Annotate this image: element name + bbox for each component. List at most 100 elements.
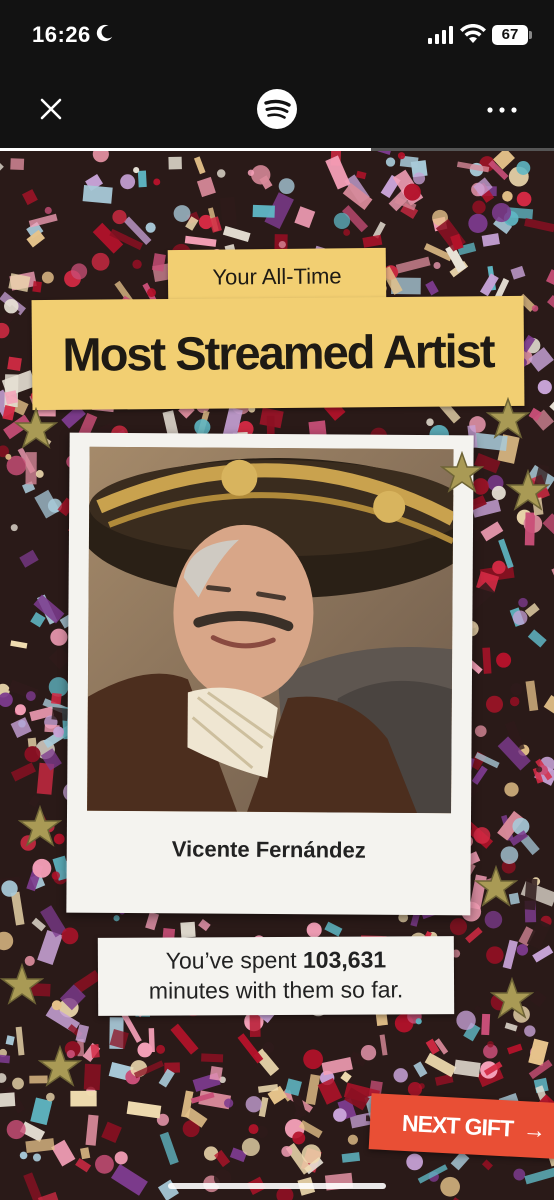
confetti-piece	[531, 305, 539, 312]
confetti-piece	[90, 1043, 100, 1058]
confetti-piece	[51, 1000, 62, 1011]
confetti-piece	[502, 191, 513, 202]
confetti-piece	[14, 704, 26, 716]
confetti-piece	[449, 918, 468, 936]
confetti-piece	[27, 737, 37, 748]
confetti-piece	[518, 597, 528, 608]
minutes-value: 103,631	[302, 946, 387, 973]
confetti-piece	[95, 1154, 114, 1174]
story-card[interactable]: Your All-Time Most Streamed Artist Vicen…	[0, 151, 554, 1200]
confetti-piece	[180, 921, 196, 938]
confetti-piece	[53, 726, 65, 738]
confetti-piece	[347, 1134, 358, 1145]
confetti-piece	[413, 172, 426, 185]
confetti-piece	[524, 512, 536, 546]
heading-big-label: Most Streamed Artist	[31, 295, 525, 411]
confetti-piece	[147, 288, 156, 298]
confetti-piece	[385, 157, 396, 167]
confetti-piece	[44, 206, 52, 215]
confetti-piece	[10, 158, 25, 171]
confetti-piece	[292, 1131, 306, 1145]
confetti-piece	[294, 1110, 303, 1119]
confetti-piece	[306, 922, 322, 938]
confetti-piece	[133, 167, 140, 174]
confetti-piece	[5, 453, 12, 460]
confetti-piece	[474, 1006, 482, 1013]
cellular-signal-icon	[428, 26, 453, 44]
confetti-piece	[120, 174, 136, 190]
star-icon	[474, 865, 518, 907]
confetti-piece	[71, 263, 88, 280]
confetti-piece	[406, 1153, 423, 1171]
confetti-piece	[504, 782, 519, 797]
confetti-piece	[516, 944, 529, 956]
status-time: 16:26	[32, 22, 91, 47]
home-indicator[interactable]	[168, 1183, 386, 1189]
confetti-piece	[6, 1120, 26, 1140]
star-icon	[490, 977, 534, 1019]
confetti-piece	[407, 1082, 423, 1097]
confetti-piece	[7, 356, 22, 371]
confetti-piece	[456, 1010, 476, 1031]
confetti-piece	[219, 196, 238, 227]
wifi-icon	[460, 24, 486, 43]
more-options-icon[interactable]	[486, 106, 518, 114]
confetti-piece	[262, 1041, 275, 1054]
confetti-piece	[537, 380, 552, 395]
confetti-piece	[224, 1098, 234, 1108]
star-icon	[506, 469, 550, 511]
confetti-piece	[487, 1040, 494, 1048]
moon-icon	[96, 24, 113, 42]
confetti-piece	[516, 191, 532, 207]
confetti-piece	[145, 222, 156, 233]
star-icon	[0, 963, 44, 1005]
confetti-piece	[484, 910, 503, 929]
confetti-piece	[474, 725, 487, 738]
confetti-piece	[112, 209, 127, 225]
story-top-nav	[0, 68, 554, 150]
confetti-piece	[397, 152, 406, 160]
confetti-piece	[137, 170, 147, 188]
confetti-piece	[512, 610, 528, 626]
confetti-piece	[360, 1045, 377, 1061]
confetti-piece	[393, 1068, 408, 1083]
confetti-piece	[281, 1145, 293, 1157]
confetti-piece	[24, 746, 41, 763]
close-icon[interactable]	[36, 94, 66, 124]
confetti-piece	[482, 647, 492, 674]
screen: 16:26 67 Your All-Time Most Streamed Art…	[0, 0, 554, 1200]
confetti-piece	[83, 1063, 101, 1091]
confetti-piece	[426, 418, 434, 426]
status-bar: 16:26 67	[0, 0, 554, 68]
confetti-piece	[4, 298, 19, 314]
confetti-piece	[19, 1151, 28, 1160]
confetti-piece	[496, 652, 512, 668]
next-gift-button[interactable]: NEXT GIFT →	[368, 1093, 554, 1159]
spotify-logo-icon	[257, 89, 297, 129]
confetti-piece	[12, 1077, 24, 1090]
confetti-piece	[491, 202, 512, 223]
confetti-piece	[491, 485, 506, 500]
confetti-piece	[278, 178, 295, 195]
confetti-piece	[252, 204, 275, 218]
confetti-piece	[481, 1013, 491, 1036]
confetti-piece	[50, 628, 68, 646]
confetti-piece	[209, 1066, 223, 1081]
artist-polaroid: Vicente Fernández	[66, 432, 474, 916]
confetti-piece	[536, 766, 543, 773]
confetti-piece	[251, 165, 271, 185]
next-gift-label: NEXT GIFT	[401, 1109, 514, 1142]
star-icon	[486, 397, 530, 439]
confetti-piece	[70, 1090, 97, 1107]
minutes-text-after: minutes with them so far.	[148, 976, 404, 1004]
confetti-piece	[156, 1044, 166, 1054]
confetti-piece	[513, 1168, 526, 1181]
confetti-piece	[485, 695, 504, 713]
star-icon	[440, 451, 484, 493]
confetti-piece	[248, 1124, 259, 1135]
confetti-piece	[433, 261, 441, 270]
confetti-piece	[32, 858, 52, 878]
confetti-piece	[61, 927, 79, 945]
confetti-piece	[51, 871, 60, 880]
confetti-piece	[25, 691, 36, 701]
